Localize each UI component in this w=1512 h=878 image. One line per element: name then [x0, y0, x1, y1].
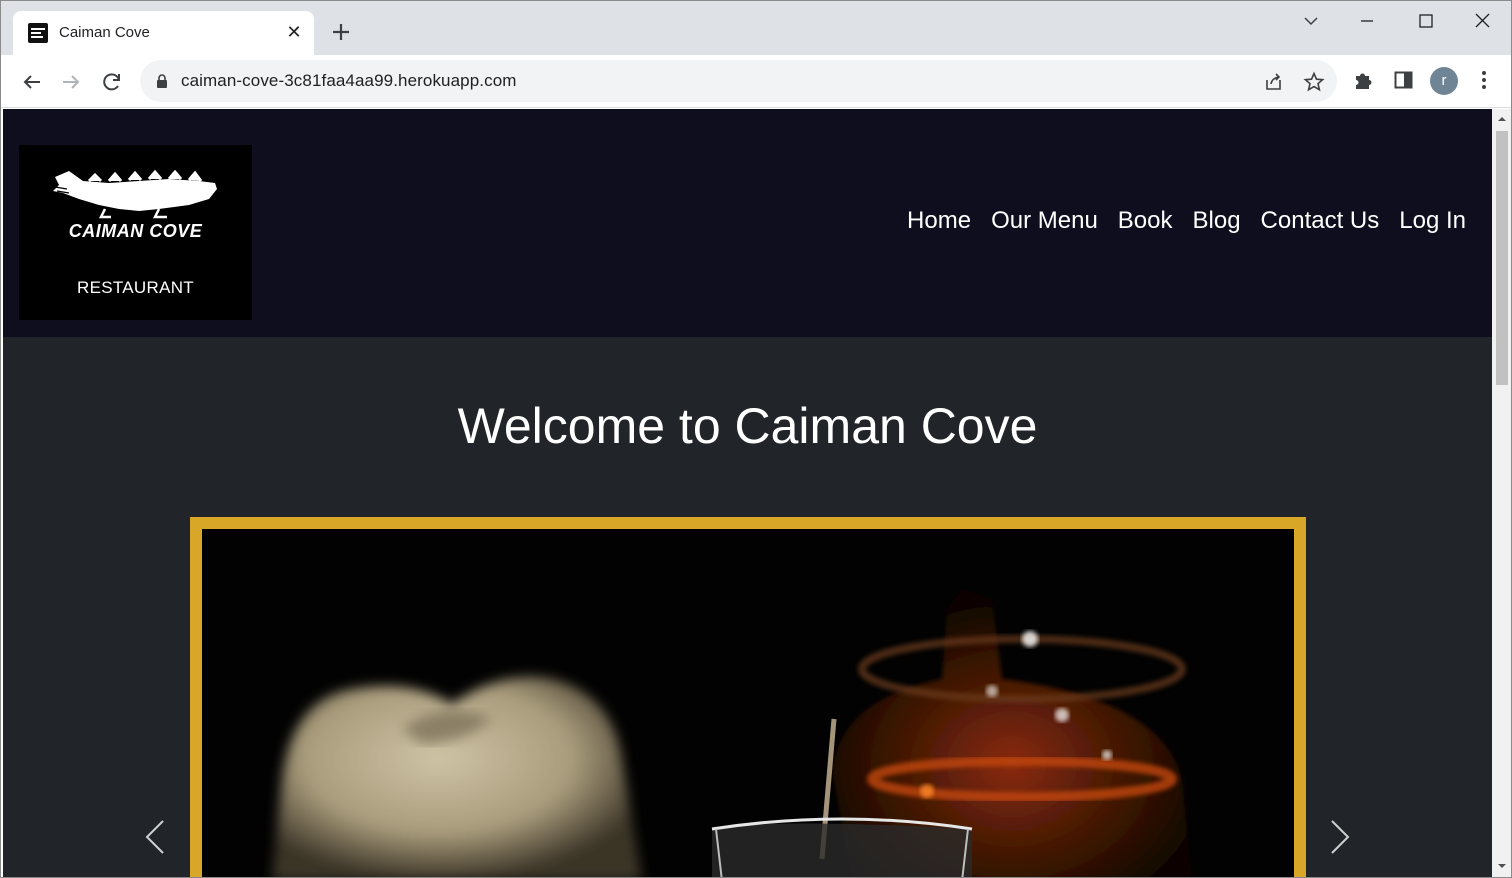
address-bar[interactable]: caiman-cove-3c81faa4aa99.herokuapp.com	[140, 60, 1337, 102]
logo-subtitle-text: RESTAURANT	[77, 278, 194, 297]
minimize-icon[interactable]	[1339, 7, 1395, 35]
back-icon[interactable]	[17, 67, 47, 97]
profile-avatar[interactable]: r	[1430, 67, 1458, 95]
side-panel-icon[interactable]	[1392, 68, 1416, 92]
site-logo[interactable]: CAIMAN COVE RESTAURANT	[19, 145, 252, 320]
maximize-icon[interactable]	[1398, 7, 1454, 35]
bookmark-star-icon[interactable]	[1303, 71, 1325, 93]
chevron-right-icon[interactable]	[1328, 817, 1352, 857]
image-carousel	[190, 517, 1306, 877]
url-text[interactable]: caiman-cove-3c81faa4aa99.herokuapp.com	[181, 71, 517, 91]
share-icon[interactable]	[1263, 71, 1285, 93]
nav-log-in[interactable]: Log In	[1399, 207, 1466, 235]
drinks-photo	[202, 529, 1294, 877]
page-title: Welcome to Caiman Cove	[457, 398, 1038, 454]
tab-close-button[interactable]: ✕	[284, 22, 304, 42]
browser-window: Caiman Cove ✕ caiman-cove-3c81faa4aa99.h…	[0, 0, 1512, 878]
scrollbar-thumb[interactable]	[1496, 131, 1508, 385]
nav-our-menu[interactable]: Our Menu	[991, 207, 1098, 235]
page-viewport: CAIMAN COVE RESTAURANT Home Our Menu Boo…	[3, 109, 1492, 877]
browser-tab[interactable]: Caiman Cove ✕	[13, 11, 314, 55]
nav-contact-us[interactable]: Contact Us	[1261, 207, 1380, 235]
site-favicon-icon	[28, 23, 48, 43]
site-header: CAIMAN COVE RESTAURANT Home Our Menu Boo…	[3, 109, 1492, 337]
close-icon[interactable]	[1455, 7, 1511, 35]
nav-book[interactable]: Book	[1118, 207, 1173, 235]
kebab-menu-icon[interactable]	[1472, 68, 1496, 92]
forward-icon[interactable]	[56, 67, 86, 97]
main-nav: Home Our Menu Book Blog Contact Us Log I…	[887, 207, 1466, 235]
logo-brand-text: CAIMAN COVE	[68, 221, 203, 241]
nav-home[interactable]: Home	[907, 207, 971, 235]
page-scrollbar[interactable]	[1492, 109, 1511, 877]
nav-blog[interactable]: Blog	[1193, 207, 1241, 235]
tab-search-icon[interactable]	[1283, 7, 1339, 35]
new-tab-button[interactable]	[327, 18, 355, 46]
chevron-left-icon[interactable]	[143, 817, 167, 857]
browser-toolbar: caiman-cove-3c81faa4aa99.herokuapp.com r	[1, 55, 1511, 108]
carousel-slide-image	[202, 529, 1294, 877]
caiman-logo-icon	[53, 169, 217, 219]
scroll-down-icon[interactable]	[1497, 861, 1507, 871]
scroll-up-icon[interactable]	[1497, 114, 1507, 124]
tab-title: Caiman Cove	[59, 24, 150, 41]
lock-icon[interactable]	[154, 73, 170, 89]
extensions-icon[interactable]	[1352, 68, 1376, 92]
reload-icon[interactable]	[97, 67, 127, 97]
tab-strip: Caiman Cove ✕	[1, 1, 1511, 55]
